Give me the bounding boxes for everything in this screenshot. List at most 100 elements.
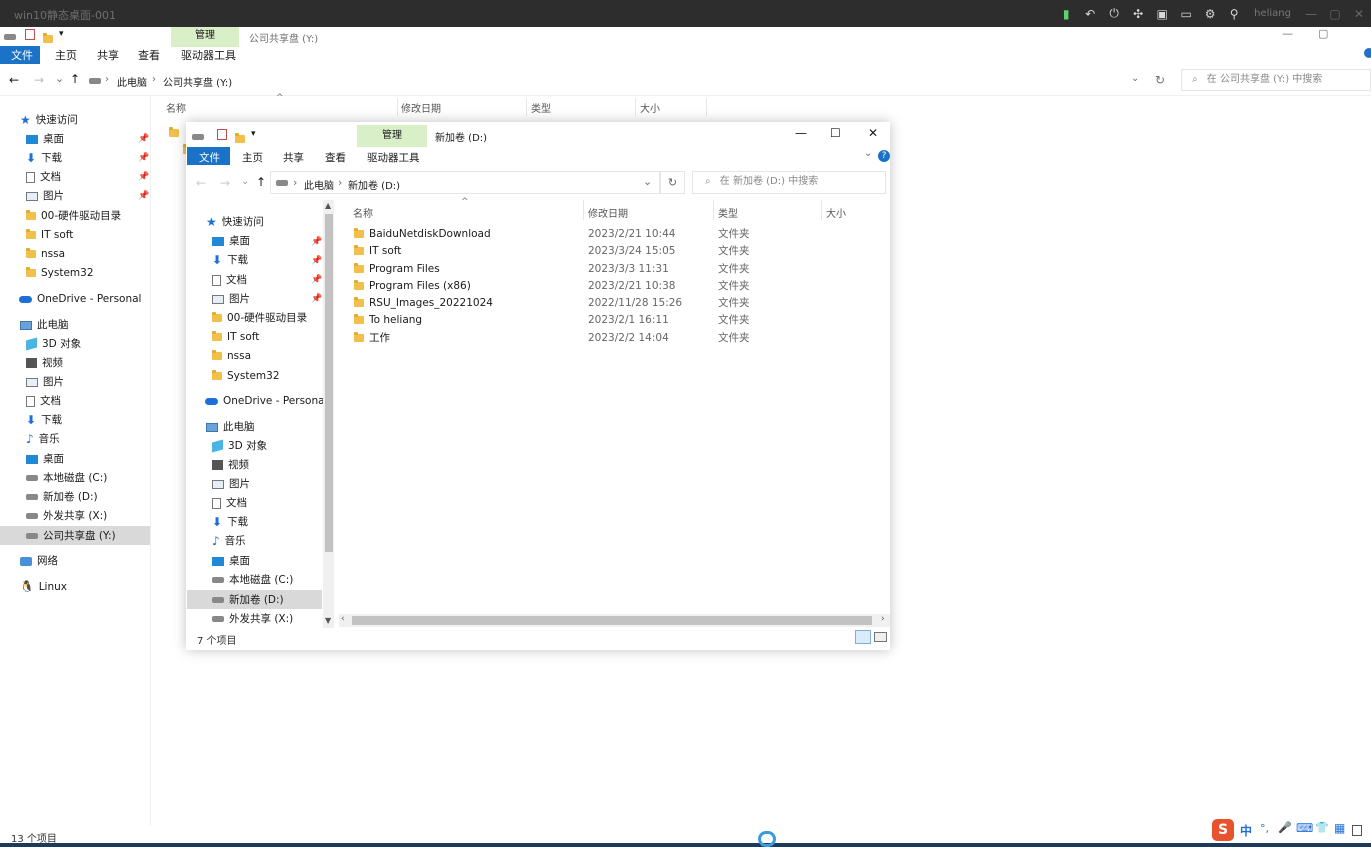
inner-up-button[interactable]: ↑ xyxy=(256,175,266,189)
tab-share[interactable]: 共享 xyxy=(97,47,119,64)
sidebar-scrollbar-thumb[interactable] xyxy=(325,214,333,552)
sidebar-item-downloads[interactable]: ⬇ 下载 xyxy=(26,412,62,428)
sidebar-item-desktop[interactable]: 桌面 xyxy=(212,233,250,249)
back-icon[interactable]: ↶ xyxy=(1078,7,1102,21)
sidebar-item-downloads[interactable]: ⬇ 下载 xyxy=(26,150,62,166)
ime-lang-toggle[interactable]: 中 xyxy=(1240,822,1252,839)
inner-address-bar[interactable]: › 此电脑 › 新加卷 (D:) ⌄ xyxy=(270,171,660,194)
power-icon[interactable]: ⏻ xyxy=(1102,6,1126,21)
sidebar-item-drive-y[interactable]: 公司共享盘 (Y:) xyxy=(26,528,116,544)
sidebar-this-pc[interactable]: 此电脑 xyxy=(206,419,255,435)
clipboard-icon[interactable]: ▣ xyxy=(1150,7,1174,21)
pin-icon[interactable]: 📌 xyxy=(311,237,322,247)
inner-tab-file-label[interactable]: 文件 xyxy=(199,150,220,165)
sidebar-item-drive-d[interactable]: 新加卷 (D:) xyxy=(212,592,284,608)
inner-tab-drive-tools[interactable]: 驱动器工具 xyxy=(367,150,420,165)
sidebar-item-it-soft[interactable]: IT soft xyxy=(26,227,73,243)
scroll-up-icon[interactable]: ▲ xyxy=(325,201,331,210)
sidebar-linux[interactable]: 🐧 Linux xyxy=(20,579,67,595)
scroll-right-icon[interactable]: › xyxy=(881,614,885,624)
gear-icon[interactable]: ⚙ xyxy=(1198,7,1222,21)
sidebar-item-drive-c[interactable]: 本地磁盘 (C:) xyxy=(26,470,107,486)
scroll-down-icon[interactable]: ▼ xyxy=(325,616,331,625)
outer-address-bar[interactable]: › 此电脑 › 公司共享盘 (Y:) ⌄ xyxy=(86,72,1146,90)
sidebar-item-system32[interactable]: System32 xyxy=(212,368,280,384)
file-row[interactable]: To heliang 2023/2/1 16:11 文件夹 xyxy=(350,312,830,329)
column-header-date[interactable]: 修改日期 xyxy=(401,100,441,115)
microphone-icon[interactable]: 🎤 xyxy=(1278,821,1292,834)
sidebar-item-videos[interactable]: 视频 xyxy=(26,355,63,371)
recent-locations-button[interactable]: ⌄ xyxy=(55,72,64,85)
pin-icon[interactable]: 📌 xyxy=(311,275,322,285)
tab-home[interactable]: 主页 xyxy=(55,47,77,64)
help-icon[interactable]: ? xyxy=(878,150,890,162)
sidebar-item-drive-d[interactable]: 新加卷 (D:) xyxy=(26,489,98,505)
properties-icon[interactable] xyxy=(217,129,227,140)
sogou-logo-icon[interactable]: S xyxy=(1212,819,1234,841)
address-dropdown-icon[interactable]: ⌄ xyxy=(643,175,652,188)
sidebar-onedrive[interactable]: OneDrive - Personal xyxy=(205,393,327,409)
sidebar-item-pictures[interactable]: 图片 xyxy=(26,188,64,204)
ime-extra-icon[interactable] xyxy=(1352,825,1362,836)
inner-forward-button[interactable]: → xyxy=(220,176,230,190)
sidebar-item-videos[interactable]: 视频 xyxy=(212,457,249,473)
breadcrumb-current[interactable]: 公司共享盘 (Y:) xyxy=(163,74,232,89)
pin-icon[interactable]: 📌 xyxy=(311,256,322,266)
sidebar-item-drive-x[interactable]: 外发共享 (X:) xyxy=(26,508,107,524)
window-icon[interactable]: ▭ xyxy=(1174,7,1198,21)
share-icon[interactable]: ✣ xyxy=(1126,7,1150,21)
sidebar-item-music[interactable]: ♪ 音乐 xyxy=(212,533,246,549)
qat-dropdown[interactable]: ▾ xyxy=(251,129,256,139)
sidebar-item-it-soft[interactable]: IT soft xyxy=(212,329,259,345)
inner-column-header-size[interactable]: 大小 xyxy=(826,205,846,220)
refresh-icon[interactable]: ↻ xyxy=(1155,73,1165,87)
sidebar-item-nssa[interactable]: nssa xyxy=(212,348,251,364)
file-row[interactable]: IT soft 2023/3/24 15:05 文件夹 xyxy=(350,243,830,260)
inner-column-header-type[interactable]: 类型 xyxy=(718,205,738,220)
inner-breadcrumb-this-pc[interactable]: 此电脑 xyxy=(304,177,334,192)
up-button[interactable]: ↑ xyxy=(70,72,80,86)
sidebar-item-desktop[interactable]: 桌面 xyxy=(212,553,250,569)
inner-tab-share[interactable]: 共享 xyxy=(283,150,304,165)
inner-tab-home[interactable]: 主页 xyxy=(242,150,263,165)
app-logo-icon[interactable] xyxy=(758,831,776,847)
tab-file-label[interactable]: 文件 xyxy=(11,47,33,64)
pin-icon[interactable]: 📌 xyxy=(138,172,149,182)
sidebar-item-drivers[interactable]: 00-硬件驱动目录 xyxy=(26,208,121,224)
sidebar-item-pictures[interactable]: 图片 xyxy=(212,291,250,307)
sidebar-item-documents[interactable]: 文档 xyxy=(212,272,247,288)
column-header-name[interactable]: 名称 xyxy=(166,100,186,115)
address-dropdown-icon[interactable]: ⌄ xyxy=(1131,73,1139,84)
tab-view[interactable]: 查看 xyxy=(138,47,160,64)
inner-breadcrumb-current[interactable]: 新加卷 (D:) xyxy=(348,177,400,192)
properties-icon[interactable] xyxy=(25,29,35,40)
sidebar-item-3d[interactable]: 3D 对象 xyxy=(212,438,267,454)
inner-minimize-button[interactable]: — xyxy=(795,126,807,140)
sidebar-item-drivers[interactable]: 00-硬件驱动目录 xyxy=(212,310,307,326)
remote-close-button[interactable]: ✕ xyxy=(1347,7,1371,21)
sidebar-item-downloads[interactable]: ⬇ 下载 xyxy=(212,252,248,268)
sidebar-item-documents[interactable]: 文档 xyxy=(26,169,61,185)
qat-dropdown[interactable]: ▾ xyxy=(59,29,64,39)
file-row[interactable]: 工作 2023/2/2 14:04 文件夹 xyxy=(350,330,830,347)
keyboard-icon[interactable]: ⌨ xyxy=(1296,821,1313,835)
remote-restore-button[interactable]: ▢ xyxy=(1323,7,1347,21)
forward-button[interactable]: → xyxy=(34,73,44,87)
sidebar-item-documents[interactable]: 文档 xyxy=(26,393,61,409)
inner-column-header-date[interactable]: 修改日期 xyxy=(588,205,628,220)
manage-tab[interactable]: 管理 xyxy=(171,27,239,47)
file-row[interactable]: Program Files 2023/3/3 11:31 文件夹 xyxy=(350,261,830,278)
remote-minimize-button[interactable]: — xyxy=(1299,7,1323,21)
new-folder-icon[interactable] xyxy=(43,33,53,43)
signal-icon[interactable]: ▮ xyxy=(1054,7,1078,21)
large-icons-view-icon[interactable] xyxy=(874,632,887,642)
inner-maximize-button[interactable]: ☐ xyxy=(830,126,841,140)
sidebar-network[interactable]: 网络 xyxy=(20,553,58,569)
skin-icon[interactable]: 👕 xyxy=(1315,821,1329,834)
file-row[interactable]: BaiduNetdiskDownload 2023/2/21 10:44 文件夹 xyxy=(350,226,830,243)
sidebar-item-system32[interactable]: System32 xyxy=(26,265,94,281)
pin-icon[interactable]: 📌 xyxy=(138,153,149,163)
folder-icon[interactable] xyxy=(169,127,179,137)
sidebar-item-pictures[interactable]: 图片 xyxy=(212,476,250,492)
inner-manage-tab[interactable]: 管理 xyxy=(357,125,427,147)
